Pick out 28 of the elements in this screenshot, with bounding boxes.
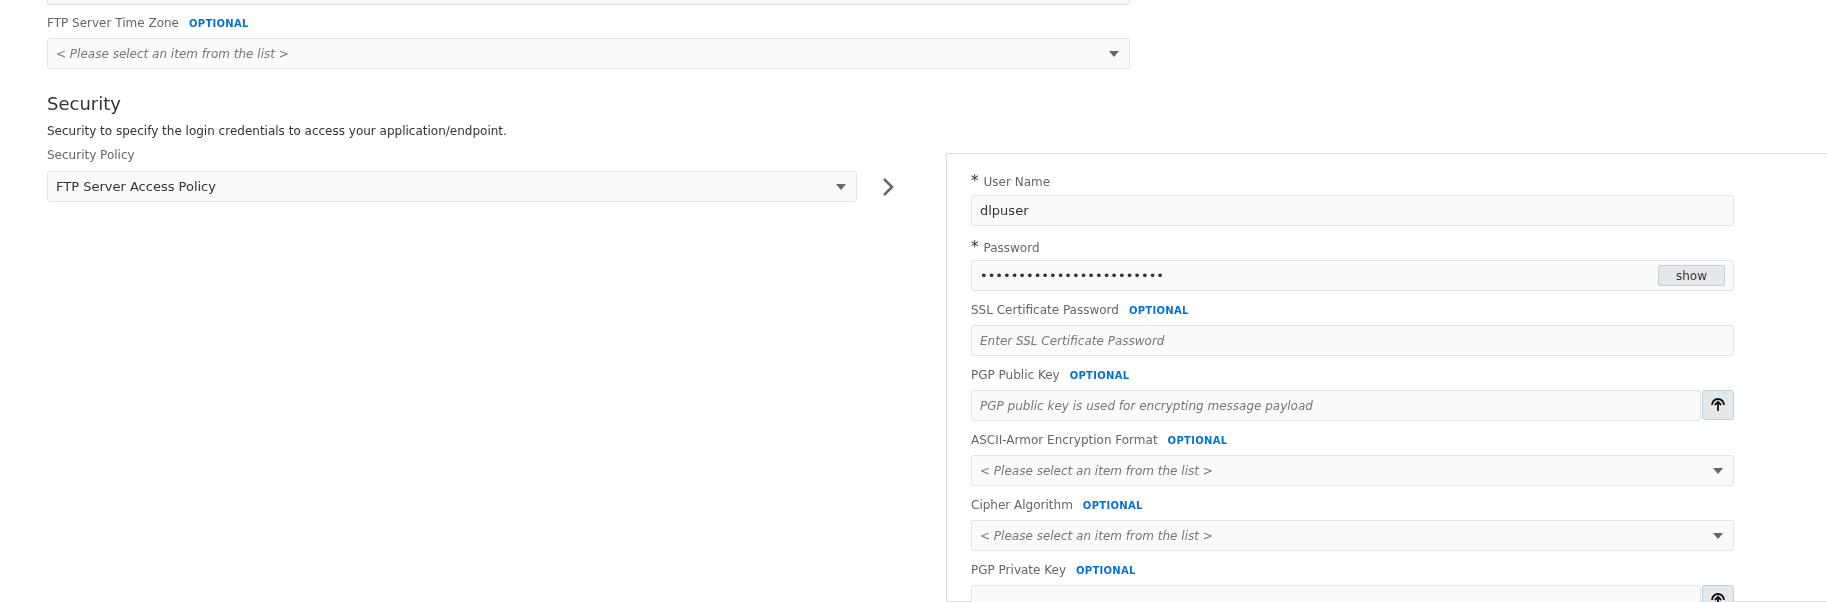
field-label: Password <box>983 241 1040 255</box>
input-field[interactable]: Enter SSL Certificate Password <box>971 325 1734 356</box>
dropdown-field[interactable]: < Please select an item from the list > <box>971 520 1734 551</box>
optional-tag: OPTIONAL <box>1069 370 1130 381</box>
field-label: FTP Server Time Zone <box>47 16 179 30</box>
required-asterisk: * <box>971 172 979 190</box>
password-field[interactable]: •••••••••••••••••••••••• show <box>971 260 1734 291</box>
section-heading: Security <box>47 93 122 114</box>
show-button[interactable]: show <box>1658 265 1725 286</box>
field-label: Security Policy <box>47 148 135 162</box>
dropdown-field[interactable]: FTP Server Access Policy <box>47 171 857 202</box>
dropdown-field[interactable]: < Please select an item from the list > <box>971 455 1734 486</box>
field-label: SSL Certificate Password <box>971 303 1119 317</box>
optional-tag: OPTIONAL <box>1128 305 1189 316</box>
field-label: Cipher Algorithm <box>971 498 1073 512</box>
dropdown-field[interactable]: < Please select an item from the list > <box>47 38 1130 69</box>
optional-tag: OPTIONAL <box>189 18 249 29</box>
section-description: Security to specify the login credentials to access your application/endpoint. <box>47 124 508 138</box>
optional-tag: OPTIONAL <box>1167 435 1228 446</box>
field-label: User Name <box>983 175 1051 189</box>
input-field[interactable]: PGP public key is used for encrypting message payload <box>971 390 1701 421</box>
optional-tag: OPTIONAL <box>1082 500 1143 511</box>
optional-tag: OPTIONAL <box>1076 565 1136 576</box>
field-label: PGP Private Key <box>971 563 1066 577</box>
input-field[interactable]: dlpuser <box>971 195 1734 226</box>
field-label: PGP Public Key <box>971 368 1060 382</box>
field-label: ASCII-Armor Encryption Format <box>971 433 1158 447</box>
required-asterisk: * <box>971 238 979 256</box>
